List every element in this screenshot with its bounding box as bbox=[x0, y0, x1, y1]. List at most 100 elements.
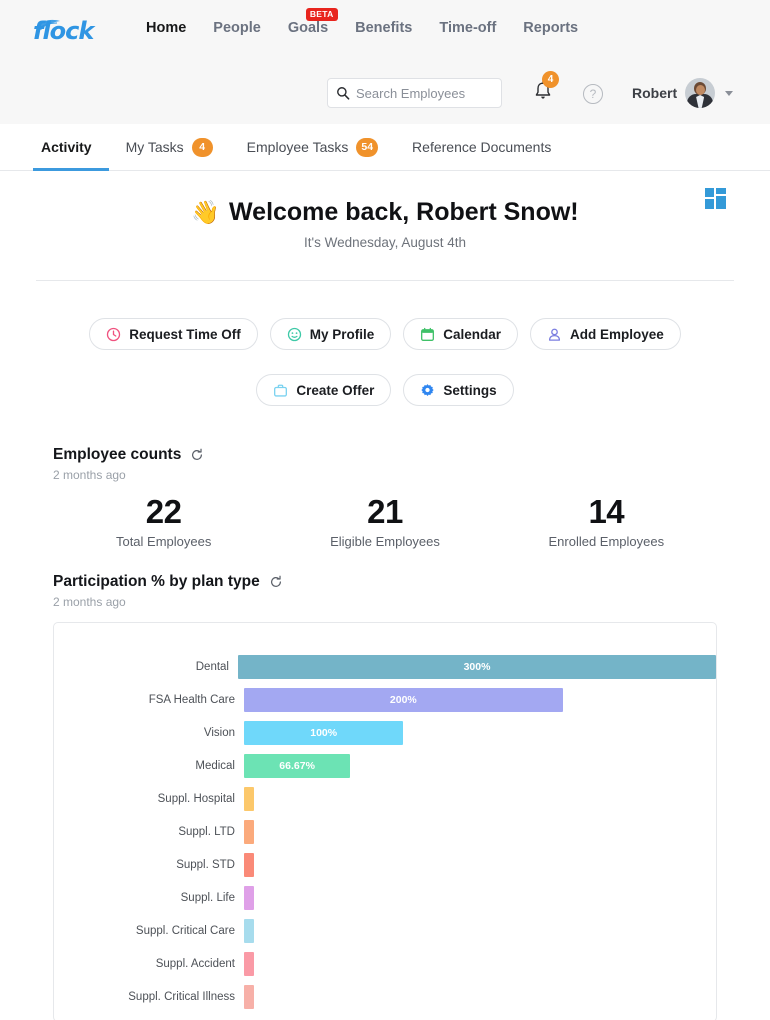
chart-bar-label: Suppl. Life bbox=[180, 891, 235, 904]
my-profile-button[interactable]: My Profile bbox=[269, 318, 392, 350]
chart-bar-row: Suppl. Accident bbox=[54, 947, 716, 980]
nav-item-label: Home bbox=[146, 20, 187, 36]
chart-bar[interactable] bbox=[244, 951, 254, 976]
welcome-title-text: Welcome back, Robert Snow! bbox=[229, 198, 579, 226]
chart-bar-track: 66.67% bbox=[244, 753, 716, 778]
nav-item-label: People bbox=[213, 20, 261, 36]
search-box[interactable] bbox=[327, 78, 502, 108]
chart-bar-label: Suppl. LTD bbox=[178, 825, 235, 838]
tab-reference-documents[interactable]: Reference Documents bbox=[395, 124, 568, 171]
pill-label: My Profile bbox=[309, 326, 375, 342]
employee-counts-values: 22 Total Employees 21 Eligible Employees… bbox=[53, 493, 717, 550]
pill-label: Add Employee bbox=[570, 326, 664, 342]
chart-bar[interactable] bbox=[244, 819, 254, 844]
chart-bar[interactable] bbox=[244, 885, 254, 910]
welcome-section: 👋 Welcome back, Robert Snow! It's Wednes… bbox=[0, 171, 770, 250]
nav-item-label: Time-off bbox=[439, 20, 497, 36]
beta-badge: BETA bbox=[305, 8, 338, 21]
dashboard-grid-icon[interactable] bbox=[705, 188, 726, 209]
chart-bar-track bbox=[244, 918, 716, 943]
employee-counts-header: Employee counts bbox=[53, 446, 717, 464]
employee-counts-section: Employee counts 2 months ago 22 Total Em… bbox=[0, 446, 770, 549]
page-title: 👋 Welcome back, Robert Snow! bbox=[191, 198, 578, 227]
refresh-icon[interactable] bbox=[269, 575, 283, 589]
chart-bar-label: Medical bbox=[195, 759, 235, 772]
chart-bar-track bbox=[244, 984, 716, 1009]
chart-bar[interactable] bbox=[244, 984, 254, 1009]
count-label: Enrolled Employees bbox=[548, 534, 665, 550]
waving-hand-icon: 👋 bbox=[191, 199, 221, 225]
count-total-employees: 22 Total Employees bbox=[53, 493, 274, 549]
chart-bar-row: Suppl. Critical Illness bbox=[54, 980, 716, 1013]
chart-bar-row: Suppl. Critical Care bbox=[54, 914, 716, 947]
chart-bar[interactable] bbox=[244, 918, 254, 943]
chart-bar-track bbox=[244, 819, 716, 844]
nav-item-benefits[interactable]: Benefits bbox=[355, 20, 412, 36]
count-label: Eligible Employees bbox=[330, 534, 440, 550]
count-eligible-employees: 21 Eligible Employees bbox=[274, 493, 495, 550]
chart-bar-label: Dental bbox=[195, 660, 229, 673]
tab-label: Activity bbox=[41, 139, 92, 155]
tab-my-tasks[interactable]: My Tasks 4 bbox=[109, 124, 230, 171]
employee-counts-title: Employee counts bbox=[53, 446, 182, 463]
chart-bar-track: 300% bbox=[238, 654, 716, 679]
help-circle-icon[interactable]: ? bbox=[583, 84, 603, 104]
chart-bar-track bbox=[244, 852, 716, 877]
participation-chart-section: Participation % by plan type 2 months ag… bbox=[0, 573, 770, 1020]
smiley-icon bbox=[287, 327, 301, 341]
person-add-icon bbox=[549, 328, 561, 341]
nav-item-people[interactable]: People bbox=[213, 20, 261, 36]
tab-activity[interactable]: Activity bbox=[33, 124, 109, 171]
refresh-icon[interactable] bbox=[190, 448, 204, 462]
chart-bar-row: Suppl. Life bbox=[54, 881, 716, 914]
pill-label: Settings bbox=[443, 382, 497, 398]
calendar-icon bbox=[421, 327, 435, 341]
welcome-subtitle: It's Wednesday, August 4th bbox=[304, 235, 466, 250]
nav-item-goals[interactable]: Goals BETA bbox=[288, 8, 338, 36]
tab-label: Reference Documents bbox=[412, 139, 552, 155]
chart-bar-label: Suppl. Accident bbox=[155, 957, 235, 970]
quick-actions: Request Time Off My Profile Calendar Add… bbox=[0, 318, 770, 406]
chart-bar-track bbox=[244, 786, 716, 811]
search-input[interactable] bbox=[356, 85, 486, 101]
calendar-button[interactable]: Calendar bbox=[403, 318, 519, 350]
chart-bar-track bbox=[244, 951, 716, 976]
request-time-off-button[interactable]: Request Time Off bbox=[89, 318, 258, 350]
chart-bar[interactable]: 66.67% bbox=[244, 753, 351, 778]
nav-item-reports[interactable]: Reports bbox=[523, 20, 578, 36]
notification-count-badge: 4 bbox=[542, 71, 559, 88]
chart-bar-row: Suppl. LTD bbox=[54, 815, 716, 848]
count-value: 22 bbox=[145, 493, 182, 530]
employee-counts-updated: 2 months ago bbox=[53, 468, 126, 482]
chart-bar[interactable]: 100% bbox=[244, 720, 404, 745]
chart-bar-row: Suppl. Hospital bbox=[54, 782, 716, 815]
chevron-down-icon[interactable] bbox=[725, 90, 734, 96]
chart-bar[interactable] bbox=[244, 786, 254, 811]
tab-badge-count: 54 bbox=[356, 137, 379, 157]
tab-label: My Tasks bbox=[125, 139, 184, 155]
chart-bar[interactable]: 300% bbox=[238, 654, 716, 679]
chart-bar-row: Suppl. STD bbox=[54, 848, 716, 881]
search-icon bbox=[337, 87, 350, 100]
count-value: 21 bbox=[367, 493, 403, 530]
tab-employee-tasks[interactable]: Employee Tasks 54 bbox=[230, 124, 395, 171]
briefcase-icon bbox=[274, 384, 288, 397]
nav-item-home[interactable]: Home bbox=[146, 20, 186, 36]
flock-logo[interactable]: flock bbox=[33, 16, 111, 46]
count-enrolled-employees: 14 Enrolled Employees bbox=[496, 493, 717, 550]
chart-bar-label: Suppl. Critical Care bbox=[135, 924, 235, 937]
chart-bar[interactable] bbox=[244, 852, 254, 877]
user-menu[interactable]: Robert bbox=[632, 78, 734, 108]
quick-actions-row-1: Request Time Off My Profile Calendar Add… bbox=[89, 318, 681, 350]
chart-bar[interactable]: 200% bbox=[244, 687, 563, 712]
notifications-bell[interactable]: 4 bbox=[533, 71, 559, 106]
top-navigation-bar: flock Home People Goals BETA Benefits Ti… bbox=[0, 0, 770, 124]
add-employee-button[interactable]: Add Employee bbox=[530, 318, 681, 350]
bird-swoosh-icon bbox=[37, 19, 60, 30]
create-offer-button[interactable]: Create Offer bbox=[256, 374, 392, 406]
user-name: Robert bbox=[632, 85, 678, 101]
settings-button[interactable]: Settings bbox=[403, 374, 514, 406]
chart-bar-label: FSA Health Care bbox=[148, 693, 235, 706]
tab-badge-count: 4 bbox=[191, 137, 213, 157]
nav-item-time-off[interactable]: Time-off bbox=[439, 20, 496, 36]
